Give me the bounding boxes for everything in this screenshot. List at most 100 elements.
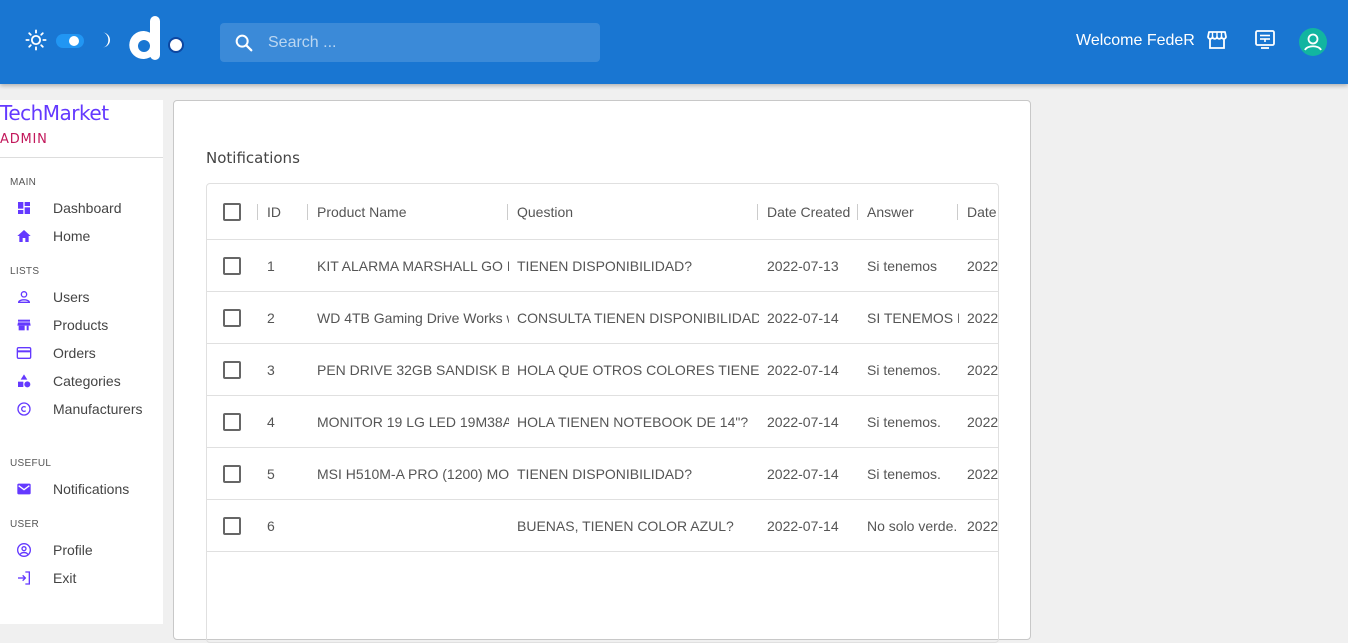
table-row[interactable]: 1 KIT ALARMA MARSHALL GO P TIENEN DISPON… — [207, 240, 999, 292]
column-separator[interactable] — [257, 204, 258, 220]
column-header-product-name[interactable]: Product Name — [317, 184, 507, 239]
sidebar-item-label: Dashboard — [53, 200, 122, 216]
sidebar-item-label: Products — [53, 317, 109, 333]
table-row[interactable]: 5 MSI H510M-A PRO (1200) MO TIENEN DISPO… — [207, 448, 999, 500]
sidebar-item-label: Notifications — [53, 481, 130, 497]
page-title: Notifications — [206, 149, 300, 167]
cell-answer: Si tenemos. — [867, 361, 941, 378]
search-input[interactable] — [266, 23, 586, 62]
cell-date: 2022 — [967, 465, 999, 482]
row-checkbox[interactable] — [223, 257, 241, 275]
sidebar-item-users[interactable]: Users — [16, 286, 161, 308]
cell-date: 2022 — [967, 257, 999, 274]
sidebar: TechMarket ADMIN MAIN Dashboard Home LIS… — [0, 100, 163, 624]
column-header-date-created[interactable]: Date Created — [767, 184, 857, 239]
cell-id: 2 — [267, 309, 275, 326]
column-header-answer[interactable]: Answer — [867, 184, 957, 239]
cell-answer: Si tenemos. — [867, 465, 941, 482]
sun-icon[interactable] — [25, 29, 47, 51]
cell-product-name: PEN DRIVE 32GB SANDISK BL — [317, 361, 509, 378]
cell-answer: SI TENEMOS E — [867, 309, 959, 326]
top-app-bar: Welcome FedeR — [0, 0, 1348, 84]
sidebar-item-label: Categories — [53, 373, 121, 389]
search-icon — [235, 34, 253, 52]
cell-answer: Si tenemos — [867, 257, 938, 274]
moon-icon[interactable] — [95, 29, 115, 51]
sidebar-item-label: Profile — [53, 542, 93, 558]
cell-date-created: 2022-07-14 — [767, 517, 839, 534]
sidebar-item-label: Users — [53, 289, 90, 305]
sidebar-item-profile[interactable]: Profile — [16, 539, 161, 561]
cell-question: HOLA QUE OTROS COLORES TIENEN I — [517, 361, 759, 378]
sidebar-item-label: Orders — [53, 345, 96, 361]
mail-icon — [17, 483, 31, 495]
select-all-checkbox[interactable] — [223, 203, 241, 221]
sidebar-item-products[interactable]: Products — [16, 314, 161, 336]
row-checkbox[interactable] — [223, 361, 241, 379]
table-header-row: ID Product Name Question Date Created An… — [207, 184, 998, 240]
copyright-icon — [17, 402, 31, 416]
row-checkbox[interactable] — [223, 517, 241, 535]
cell-id: 3 — [267, 361, 275, 378]
terminal-icon[interactable] — [1253, 28, 1277, 52]
section-title-main: MAIN — [10, 177, 37, 188]
sidebar-item-label: Manufacturers — [53, 401, 143, 417]
cell-date-created: 2022-07-14 — [767, 361, 839, 378]
row-checkbox[interactable] — [223, 413, 241, 431]
column-separator[interactable] — [757, 204, 758, 220]
cell-id: 6 — [267, 517, 275, 534]
sidebar-item-manufacturers[interactable]: Manufacturers — [16, 398, 161, 420]
column-header-date[interactable]: Date — [967, 184, 998, 239]
table-row[interactable]: 6 BUENAS, TIENEN COLOR AZUL? 2022-07-14 … — [207, 500, 998, 552]
column-separator[interactable] — [957, 204, 958, 220]
column-header-id[interactable]: ID — [267, 184, 307, 239]
theme-toggle-knob — [69, 36, 79, 46]
welcome-text: Welcome FedeR — [1076, 32, 1195, 49]
cell-product-name: MSI H510M-A PRO (1200) MO — [317, 465, 509, 482]
brand-name[interactable]: TechMarket — [0, 101, 109, 125]
category-icon — [18, 374, 31, 388]
cell-date: 2022 — [967, 309, 999, 326]
column-header-question[interactable]: Question — [517, 184, 757, 239]
dashboard-icon — [18, 202, 30, 214]
sidebar-item-categories[interactable]: Categories — [16, 370, 161, 392]
sidebar-item-exit[interactable]: Exit — [16, 567, 161, 589]
person-icon — [17, 291, 31, 303]
column-separator[interactable] — [507, 204, 508, 220]
table-row[interactable]: 4 MONITOR 19 LG LED 19M38A HOLA TIENEN N… — [207, 396, 999, 448]
cell-question: TIENEN DISPONIBILIDAD? — [517, 465, 693, 482]
cell-question: BUENAS, TIENEN COLOR AZUL? — [517, 517, 734, 534]
home-icon — [17, 230, 31, 242]
notifications-table: ID Product Name Question Date Created An… — [206, 183, 999, 643]
sidebar-divider — [0, 157, 163, 158]
cell-product-name: MONITOR 19 LG LED 19M38A — [317, 413, 509, 430]
credit-card-icon — [16, 347, 32, 359]
cell-answer: No solo verde. — [867, 517, 958, 534]
sidebar-item-orders[interactable]: Orders — [16, 342, 161, 364]
row-checkbox[interactable] — [223, 465, 241, 483]
theme-toggle[interactable] — [56, 34, 84, 48]
table-row[interactable]: 2 WD 4TB Gaming Drive Works w CONSULTA T… — [207, 292, 999, 344]
account-icon[interactable] — [1299, 28, 1327, 56]
column-separator[interactable] — [857, 204, 858, 220]
cell-question: TIENEN DISPONIBILIDAD? — [517, 257, 693, 274]
search-box[interactable] — [220, 23, 600, 62]
store-icon — [17, 319, 31, 331]
column-separator[interactable] — [307, 204, 308, 220]
section-title-user: USER — [10, 519, 39, 530]
cell-date: 2022 — [967, 413, 999, 430]
cell-answer: Si tenemos. — [867, 413, 941, 430]
store-icon[interactable] — [1205, 28, 1229, 52]
table-row[interactable]: 3 PEN DRIVE 32GB SANDISK BL HOLA QUE OTR… — [207, 344, 998, 396]
sidebar-item-dashboard[interactable]: Dashboard — [16, 197, 161, 219]
sidebar-item-home[interactable]: Home — [16, 225, 161, 247]
row-checkbox[interactable] — [223, 309, 241, 327]
exit-icon — [18, 571, 30, 585]
cell-id: 1 — [267, 257, 275, 274]
sidebar-item-notifications[interactable]: Notifications — [16, 478, 161, 500]
cell-product-name: KIT ALARMA MARSHALL GO P — [317, 257, 509, 274]
cell-date-created: 2022-07-13 — [767, 257, 839, 274]
logo[interactable] — [128, 14, 188, 66]
cell-date-created: 2022-07-14 — [767, 413, 839, 430]
cell-product-name — [317, 500, 509, 551]
